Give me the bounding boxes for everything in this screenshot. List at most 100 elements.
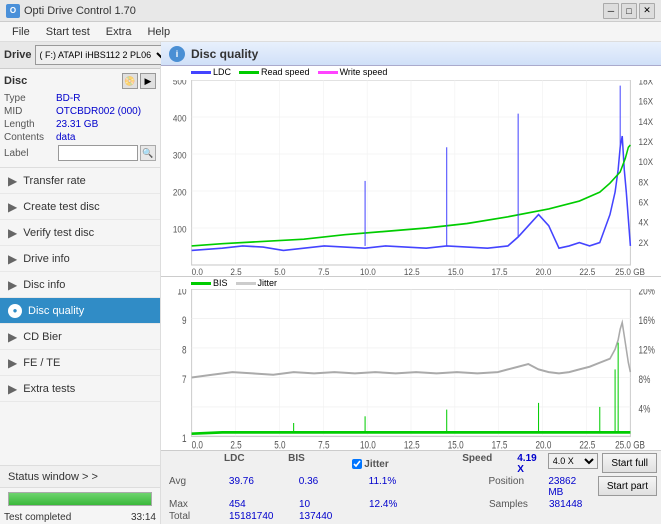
svg-text:12%: 12%	[639, 345, 656, 357]
stats-header-row: LDC BIS Jitter Speed 4.19 X 4.0 X Start …	[165, 453, 657, 475]
svg-text:200: 200	[173, 187, 187, 197]
bis-avg: 0.36	[299, 476, 369, 498]
menu-extra[interactable]: Extra	[98, 24, 140, 40]
disc-label-input[interactable]	[58, 145, 138, 161]
nav-item-create-test-disc[interactable]: ▶ Create test disc	[0, 194, 160, 220]
svg-text:10X: 10X	[639, 157, 654, 167]
ldc-max: 454	[229, 499, 299, 510]
svg-text:22.5: 22.5	[579, 440, 595, 450]
ldc-col-header: LDC	[224, 453, 288, 475]
disc-quality-label: Disc quality	[28, 305, 84, 317]
svg-text:12X: 12X	[639, 137, 654, 147]
svg-text:25.0 GB: 25.0 GB	[615, 440, 645, 450]
pos-label: Position	[488, 476, 548, 498]
cd-bier-label: CD Bier	[23, 331, 62, 343]
svg-text:4X: 4X	[639, 217, 649, 227]
stats-max-row: Max 454 10 12.4% Samples 381448	[165, 499, 657, 510]
avg-label: Avg	[169, 476, 229, 498]
start-part-button[interactable]: Start part	[598, 476, 657, 496]
minimize-button[interactable]: ─	[603, 3, 619, 19]
ldc-color	[191, 71, 211, 74]
disc-mid-value: OTCBDR002 (000)	[56, 106, 156, 117]
nav-item-drive-info[interactable]: ▶ Drive info	[0, 246, 160, 272]
write-speed-color	[318, 71, 338, 74]
svg-text:12.5: 12.5	[404, 440, 420, 450]
chart-bottom: BIS Jitter	[161, 277, 661, 450]
ldc-label: LDC	[213, 67, 231, 77]
menu-start-test[interactable]: Start test	[38, 24, 98, 40]
svg-text:10.0: 10.0	[360, 267, 376, 276]
disc-length-row: Length 23.31 GB	[4, 119, 156, 130]
start-full-button[interactable]: Start full	[602, 453, 657, 473]
nav-item-transfer-rate[interactable]: ▶ Transfer rate	[0, 168, 160, 194]
disc-contents-label: Contents	[4, 132, 56, 143]
progress-bar-fill	[9, 493, 151, 505]
svg-text:12.5: 12.5	[404, 267, 420, 276]
svg-text:5.0: 5.0	[274, 267, 286, 276]
nav-item-verify-test-disc[interactable]: ▶ Verify test disc	[0, 220, 160, 246]
menu-help[interactable]: Help	[139, 24, 178, 40]
disc-length-label: Length	[4, 119, 56, 130]
disc-icon-2[interactable]: ▶	[140, 73, 156, 89]
svg-text:8%: 8%	[639, 374, 651, 386]
drive-select[interactable]: ( F:) ATAPI iHBS112 2 PL06	[35, 45, 170, 65]
chart-bottom-legend: BIS Jitter	[161, 277, 661, 288]
start-part-container: Start part	[598, 476, 657, 498]
nav-item-extra-tests[interactable]: ▶ Extra tests	[0, 376, 160, 402]
close-button[interactable]: ✕	[639, 3, 655, 19]
drive-info-label: Drive info	[23, 253, 69, 265]
nav-item-cd-bier[interactable]: ▶ CD Bier	[0, 324, 160, 350]
disc-contents-value: data	[56, 132, 156, 143]
bis-max: 10	[299, 499, 369, 510]
disc-quality-icon: ●	[8, 304, 22, 318]
menu-file[interactable]: File	[4, 24, 38, 40]
maximize-button[interactable]: □	[621, 3, 637, 19]
svg-text:6X: 6X	[639, 197, 649, 207]
disc-length-value: 23.31 GB	[56, 119, 156, 130]
nav-item-disc-quality[interactable]: ● Disc quality	[0, 298, 160, 324]
svg-text:16%: 16%	[639, 315, 656, 327]
svg-text:20%: 20%	[639, 289, 656, 298]
disc-contents-row: Contents data	[4, 132, 156, 143]
svg-text:17.5: 17.5	[492, 267, 508, 276]
svg-text:400: 400	[173, 113, 187, 123]
disc-quality-header: i Disc quality	[161, 42, 661, 66]
fe-te-label: FE / TE	[23, 357, 60, 369]
write-speed-label: Write speed	[340, 67, 388, 77]
status-window-button[interactable]: Status window > >	[0, 466, 160, 488]
disc-info-label: Disc info	[23, 279, 65, 291]
svg-text:10.0: 10.0	[360, 440, 376, 450]
disc-icon-1[interactable]: 📀	[122, 73, 138, 89]
svg-text:2.5: 2.5	[230, 267, 242, 276]
write-speed-legend: Write speed	[318, 67, 388, 77]
menu-bar: File Start test Extra Help	[0, 22, 661, 42]
bis-label: BIS	[213, 278, 228, 288]
speed-stat-select[interactable]: 4.0 X	[548, 453, 599, 469]
ldc-total: 15181740	[229, 511, 299, 522]
transfer-rate-label: Transfer rate	[23, 175, 86, 187]
svg-text:100: 100	[173, 224, 187, 234]
status-window-label: Status window > >	[8, 471, 98, 483]
disc-type-row: Type BD-R	[4, 93, 156, 104]
status-section: Status window > > Test completed 33:14	[0, 465, 160, 524]
main-container: Drive ( F:) ATAPI iHBS112 2 PL06 ⏏ Speed…	[0, 42, 661, 524]
nav-item-disc-info[interactable]: ▶ Disc info	[0, 272, 160, 298]
nav-item-fe-te[interactable]: ▶ FE / TE	[0, 350, 160, 376]
svg-text:20.0: 20.0	[535, 267, 551, 276]
extra-tests-icon: ▶	[8, 382, 17, 396]
svg-text:7.5: 7.5	[318, 440, 329, 450]
disc-title: Disc	[4, 75, 27, 87]
svg-text:22.5: 22.5	[579, 267, 595, 276]
stats-bar: LDC BIS Jitter Speed 4.19 X 4.0 X Start …	[161, 450, 661, 524]
disc-label-label: Label	[4, 148, 56, 159]
ldc-legend: LDC	[191, 67, 231, 77]
jitter-checkbox[interactable]	[352, 459, 362, 469]
content-area: i Disc quality LDC Read speed	[161, 42, 661, 524]
transfer-rate-icon: ▶	[8, 174, 17, 188]
svg-text:15.0: 15.0	[448, 440, 464, 450]
read-speed-legend: Read speed	[239, 67, 310, 77]
create-test-disc-label: Create test disc	[23, 201, 99, 213]
svg-text:8X: 8X	[639, 177, 649, 187]
chart-top: LDC Read speed Write speed	[161, 66, 661, 277]
disc-label-icon[interactable]: 🔍	[140, 145, 156, 161]
